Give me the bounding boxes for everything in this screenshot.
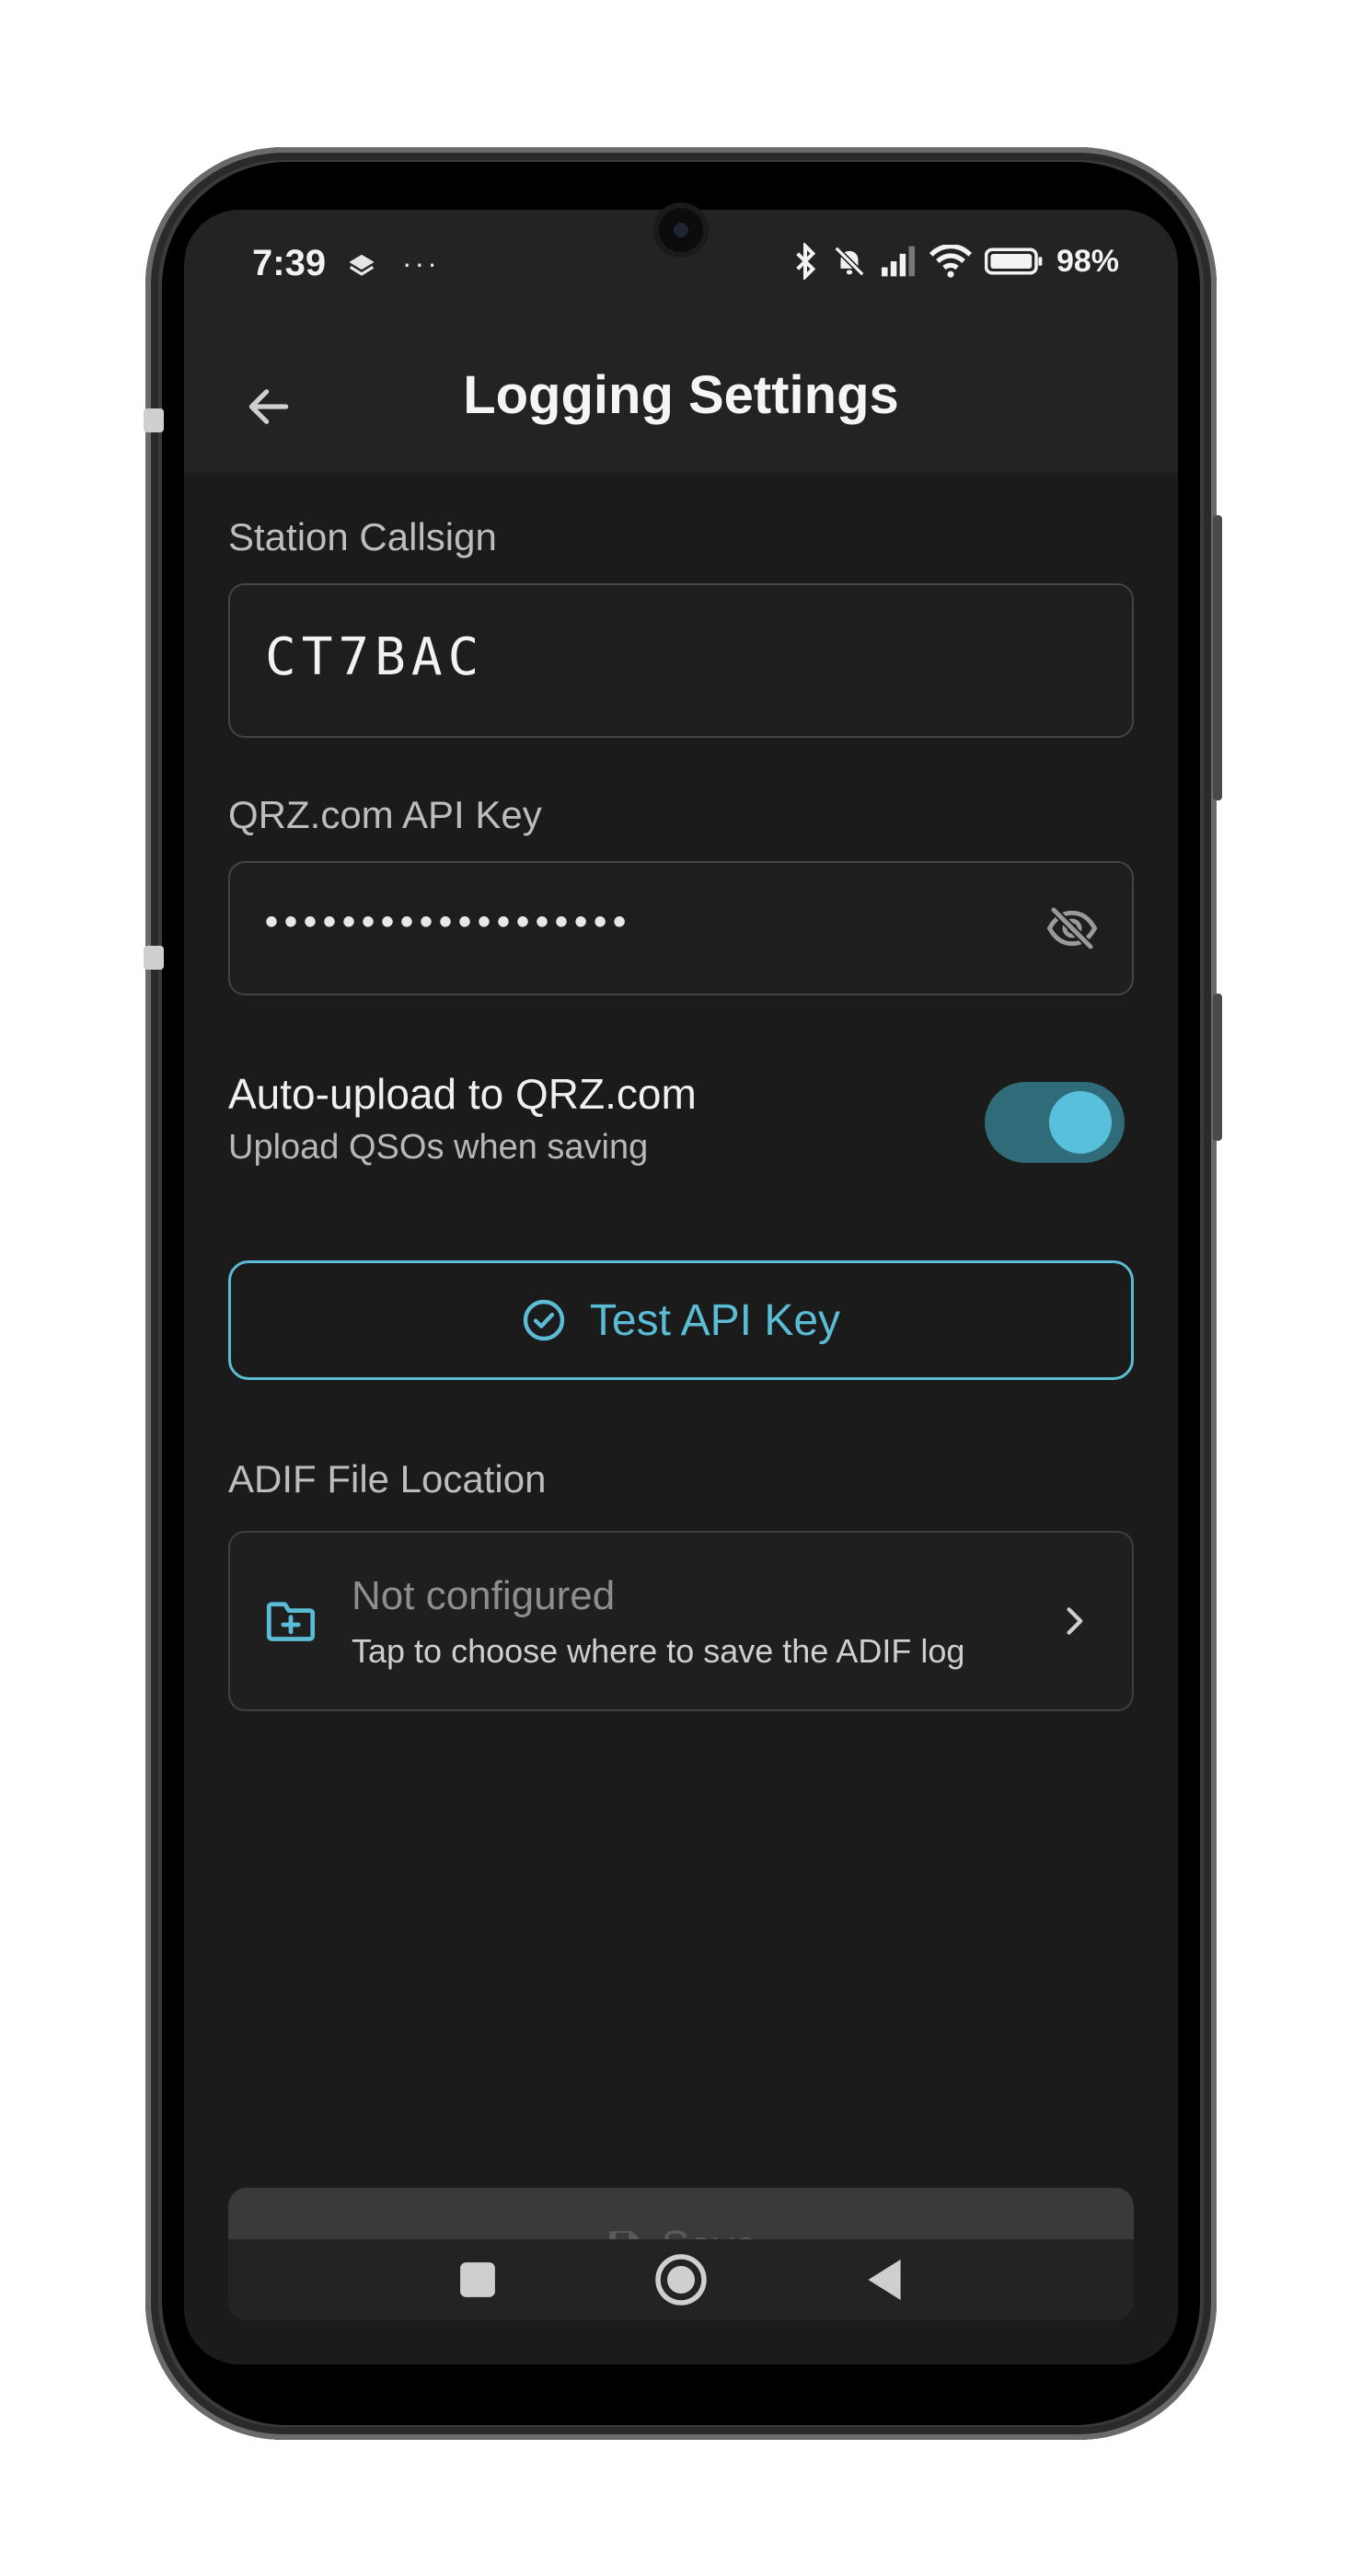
bluetooth-icon	[791, 243, 819, 280]
auto-upload-subtitle: Upload QSOs when saving	[228, 1128, 649, 1167]
visibility-off-icon[interactable]	[1045, 905, 1099, 956]
auto-upload-switch[interactable]	[985, 1082, 1125, 1163]
square-icon	[459, 2262, 495, 2297]
api-key-label: QRZ.com API Key	[228, 793, 542, 836]
auto-upload-title: Auto-upload to QRZ.com	[228, 1070, 697, 1118]
folder-add-icon	[265, 1597, 317, 1648]
left-antenna-band	[144, 408, 164, 432]
test-api-key-button[interactable]: Test API Key	[228, 1260, 1134, 1380]
home-button[interactable]	[644, 2243, 718, 2317]
power-button	[1213, 515, 1222, 800]
adif-hint: Tap to choose where to save the ADIF log	[352, 1632, 965, 1670]
volume-button	[1213, 994, 1222, 1141]
adif-status: Not configured	[352, 1573, 616, 1618]
check-circle-icon	[523, 1299, 565, 1341]
status-left-icons: ···	[346, 247, 440, 281]
adif-location-label: ADIF File Location	[228, 1457, 547, 1501]
status-time: 7:39	[252, 243, 327, 283]
bell-muted-icon	[832, 243, 867, 280]
more-icon: ···	[401, 247, 440, 280]
chevron-right-icon	[1060, 1604, 1088, 1642]
screen: 7:39 ··· 98% Logging Settings Station Ca…	[184, 210, 1178, 2364]
signal-icon	[880, 245, 917, 278]
front-camera	[659, 208, 703, 252]
wifi-icon	[929, 245, 972, 278]
api-key-input[interactable]: •••••••••••••••••••	[228, 861, 1134, 995]
test-api-key-label: Test API Key	[589, 1295, 841, 1345]
station-callsign-label: Station Callsign	[228, 515, 497, 558]
left-antenna-band-2	[144, 946, 164, 970]
system-nav-bar	[228, 2239, 1134, 2320]
recents-button[interactable]	[441, 2243, 514, 2317]
status-right-icons: 98%	[791, 243, 1119, 280]
switch-knob	[1049, 1091, 1112, 1154]
layers-icon	[346, 247, 386, 280]
battery-icon	[984, 246, 1044, 277]
battery-percent: 98%	[1056, 243, 1119, 279]
api-key-masked-value: •••••••••••••••••••	[265, 902, 633, 942]
home-circle-icon	[655, 2254, 707, 2306]
station-callsign-input[interactable]: CT7BAC	[228, 583, 1134, 738]
station-callsign-value: CT7BAC	[265, 627, 485, 687]
triangle-back-icon	[868, 2260, 901, 2300]
adif-location-picker[interactable]: Not configured Tap to choose where to sa…	[228, 1531, 1134, 1711]
back-nav-button[interactable]	[848, 2243, 921, 2317]
page-title: Logging Settings	[463, 365, 899, 425]
